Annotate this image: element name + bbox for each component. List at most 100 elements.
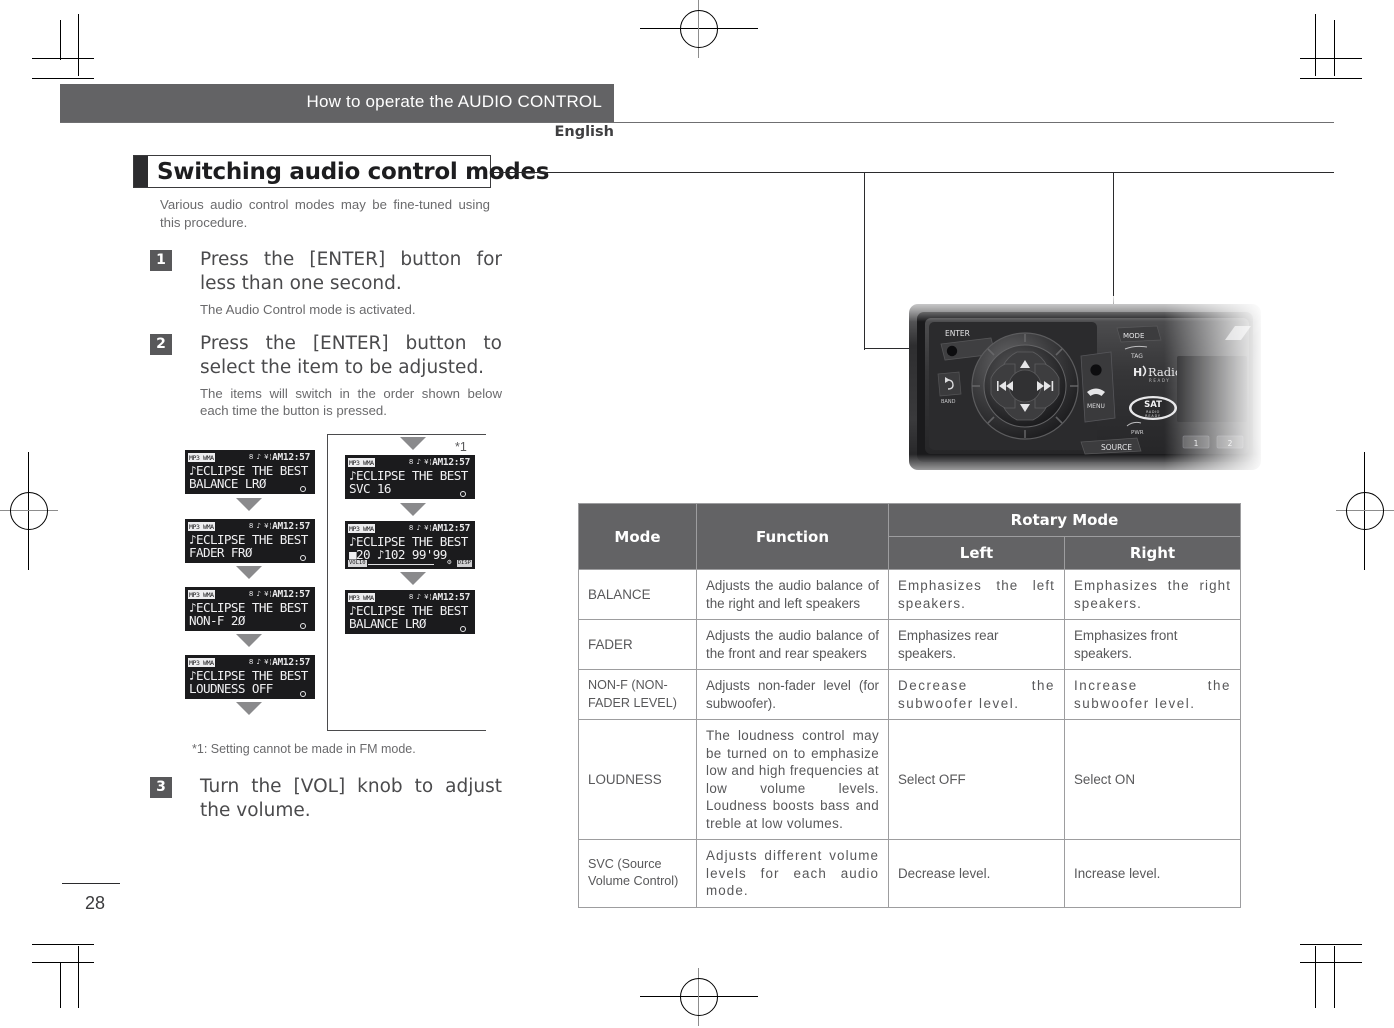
lcd-screen-balance-return: MP3 WMA 8 ♪ ¥¦ AM12:57 ♪ECLIPSE THE BEST… (345, 590, 475, 634)
crop-mark-bl-v2 (60, 962, 62, 1008)
cell-function: Adjusts the audio balance of the right a… (696, 569, 889, 620)
lcd-status-bar: MP3 WMA 8 ♪ ¥¦ AM12:57 (348, 592, 472, 603)
lcd-line-2: NON-F 2Ø (189, 613, 245, 628)
lcd-indicator-icons: 8 ♪ ¥¦ (408, 524, 432, 532)
cell-function: Adjusts different volume levels for each… (696, 839, 889, 908)
page-header-band: How to operate the AUDIO CONTROL (60, 84, 614, 122)
step-2-body: The items will switch in the order shown… (200, 386, 502, 418)
cell-mode: FADER (578, 619, 697, 670)
lcd-format-badge: MP3 WMA (188, 522, 215, 531)
crop-mark-br-h (1300, 962, 1362, 964)
lcd-status-bar: MP3 WMA 8 ♪ ¥¦ AM12:57 (188, 521, 312, 532)
table-header-row-1: Mode Function Rotary Mode (578, 503, 1242, 570)
cell-right: Emphasizes front speakers. (1063, 619, 1242, 670)
lcd-indicator-icons: 8 ♪ ¥¦ (408, 458, 432, 466)
audio-control-table: Mode Function Rotary Mode Left Right BAL… (578, 503, 1242, 908)
lcd-line-2: SVC 16 (349, 481, 392, 496)
lcd-format-badge: MP3 WMA (188, 658, 215, 667)
table-row: NON-F (NON-FADER LEVEL) Adjusts non-fade… (578, 669, 1242, 720)
leader-line-vertical-a (864, 172, 866, 350)
lcd-screen-nonfader: MP3 WMA 8 ♪ ¥¦ AM12:57 ♪ECLIPSE THE BEST… (185, 587, 315, 631)
crop-mark-tl-h2 (32, 78, 94, 80)
col-header-right: Right (1063, 536, 1242, 570)
step-3: 3 Turn the [VOL] knob to adjust the volu… (150, 775, 502, 823)
col-header-rotary-mode: Rotary Mode (887, 503, 1242, 537)
cell-right: Select ON (1063, 719, 1242, 840)
crop-mark-bl-v (78, 946, 80, 1008)
cell-left: Decrease level. (888, 839, 1065, 908)
lcd-screen-playback: MP3 WMA 8 ♪ ¥¦ AM12:57 ♪ECLIPSE THE BEST… (345, 521, 475, 569)
lcd-clock: AM12:57 (272, 589, 310, 600)
lcd-format-badge: MP3 WMA (348, 593, 375, 602)
table-row: LOUDNESS The loudness control may be tur… (578, 719, 1242, 840)
lcd-format-badge: MP3 WMA (188, 590, 215, 599)
cell-left: Decrease the subwoofer level. (888, 669, 1065, 720)
lcd-screen-svc: MP3 WMA 8 ♪ ¥¦ AM12:57 ♪ECLIPSE THE BEST… (345, 455, 475, 499)
crop-mark-br-h2 (1300, 944, 1362, 946)
col-header-left: Left (888, 536, 1065, 570)
step-1: 1 Press the [ENTER] button for less than… (150, 248, 502, 318)
step-1-title: Press the [ENTER] button for less than o… (200, 249, 502, 294)
flow-arrow-down-r1 (400, 503, 426, 516)
lcd-volume-label: VOL10 (348, 560, 367, 567)
lcd-gear-icon: ⚙ (446, 560, 452, 566)
registration-mark-right (1336, 452, 1394, 570)
lcd-disc-icon (300, 555, 306, 561)
lcd-status-bar: MP3 WMA 8 ♪ ¥¦ AM12:57 (188, 452, 312, 463)
cell-left: Emphasizes rear speakers. (888, 619, 1065, 670)
table-row: SVC (Source Volume Control) Adjusts diff… (578, 839, 1242, 908)
crop-mark-tl-v (78, 14, 80, 76)
col-header-mode: Mode (578, 503, 697, 570)
header-rule (60, 122, 1334, 124)
lcd-status-bar: MP3 WMA 8 ♪ ¥¦ AM12:57 (348, 457, 472, 468)
cell-mode: SVC (Source Volume Control) (578, 839, 697, 908)
table-row: BALANCE Adjusts the audio balance of the… (578, 569, 1242, 620)
crop-mark-tr-v2 (1334, 20, 1336, 76)
col-header-function: Function (696, 503, 889, 570)
flow-arrow-down-2 (236, 566, 262, 579)
lcd-indicator-icons: 8 ♪ ¥¦ (248, 590, 272, 598)
lcd-clock: AM12:57 (272, 521, 310, 532)
section-intro: Various audio control modes may be fine-… (160, 197, 490, 230)
cell-mode: NON-F (NON-FADER LEVEL) (578, 669, 697, 720)
flow-footnote: *1: Setting cannot be made in FM mode. (192, 742, 416, 756)
cell-left: Emphasizes the left speakers. (888, 569, 1065, 620)
cell-right: Emphasizes the right speakers. (1063, 569, 1242, 620)
lcd-clock: AM12:57 (432, 457, 470, 468)
footnote-marker: *1 (455, 440, 467, 454)
cell-function: The loudness control may be turned on to… (696, 719, 889, 840)
lcd-line-2: BALANCE LRØ (349, 616, 426, 631)
crop-mark-tr-h2 (1300, 78, 1362, 80)
lcd-line-2: FADER FRØ (189, 545, 252, 560)
crop-mark-br-v (1315, 946, 1317, 1008)
page-title: How to operate the AUDIO CONTROL (306, 92, 602, 111)
head-unit-svg: ENTER BAND (905, 296, 1265, 480)
step-2-number: 2 (150, 334, 172, 355)
lcd-format-badge: MP3 WMA (348, 524, 375, 533)
step-3-number: 3 (150, 777, 172, 798)
lcd-indicator-icons: 8 ♪ ¥¦ (248, 522, 272, 530)
step-3-title: Turn the [VOL] knob to adjust the volume… (200, 776, 502, 821)
lcd-indicator-icons: 8 ♪ ¥¦ (248, 658, 272, 666)
lcd-line-2: BALANCE LRØ (189, 476, 266, 491)
section-heading-box: Switching audio control modes (133, 155, 549, 188)
registration-mark-bottom (640, 968, 758, 1026)
crop-mark-bl-h (32, 962, 94, 964)
lcd-screen-fader: MP3 WMA 8 ♪ ¥¦ AM12:57 ♪ECLIPSE THE BEST… (185, 519, 315, 563)
lcd-clock: AM12:57 (272, 452, 310, 463)
step-2: 2 Press the [ENTER] button to select the… (150, 332, 502, 419)
cell-right: Increase the subwoofer level. (1063, 669, 1242, 720)
cell-mode: BALANCE (578, 569, 697, 620)
cell-function: Adjusts non-fader level (for subwoofer). (696, 669, 889, 720)
crop-mark-tr-h (1300, 58, 1362, 60)
page-number-rule (62, 883, 120, 885)
lcd-format-badge: MP3 WMA (348, 458, 375, 467)
lcd-disp-badge: DISP (456, 560, 472, 567)
cell-function: Adjusts the audio balance of the front a… (696, 619, 889, 670)
lcd-volume-bar (368, 564, 434, 566)
lcd-clock: AM12:57 (272, 657, 310, 668)
crop-mark-tl-v2 (60, 20, 62, 60)
lcd-volume-row: VOL10 ⚙ DISP (348, 560, 472, 568)
lcd-clock: AM12:57 (432, 523, 470, 534)
lcd-disc-icon (300, 486, 306, 492)
